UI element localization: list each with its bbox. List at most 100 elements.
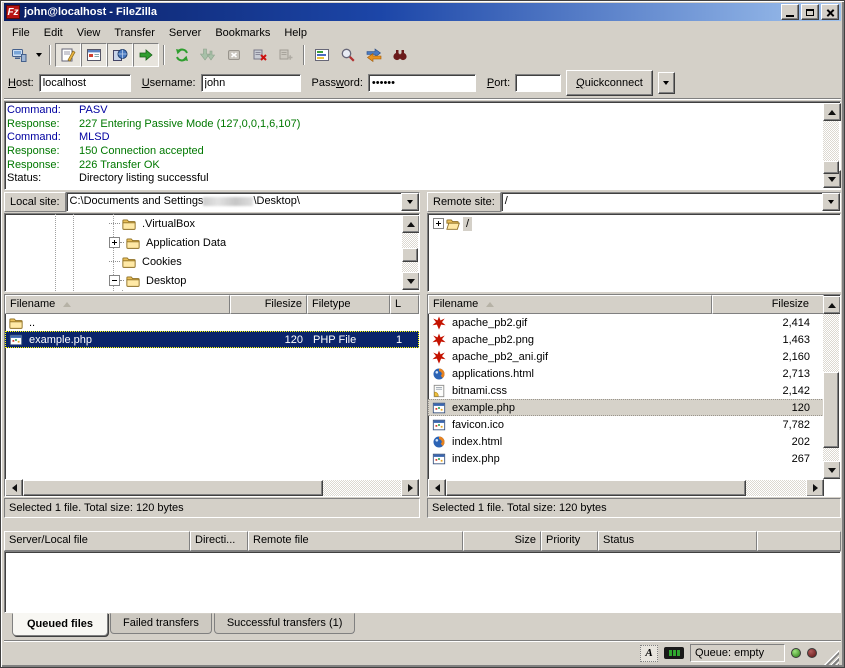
remote-site-label: Remote site:	[427, 192, 501, 212]
file-row[interactable]: favicon.ico 7,782	[428, 416, 824, 433]
scroll-thumb[interactable]	[402, 248, 418, 262]
column-header-priority[interactable]: Priority	[541, 531, 598, 551]
chevron-down-icon[interactable]	[822, 193, 840, 211]
menu-transfer[interactable]: Transfer	[107, 25, 162, 41]
menu-bookmarks[interactable]: Bookmarks	[208, 25, 277, 41]
file-row[interactable]: apache_pb2.png 1,463	[428, 331, 824, 348]
tree-item-cookies[interactable]: Cookies	[5, 252, 419, 271]
tree-item-root[interactable]: /	[428, 214, 840, 233]
file-row[interactable]: apache_pb2.gif 2,414	[428, 314, 824, 331]
tab-failed-transfers[interactable]: Failed transfers	[110, 613, 212, 634]
column-header-filename[interactable]: Filename	[5, 295, 230, 314]
remote-vertical-scrollbar[interactable]	[823, 296, 839, 479]
remote-horizontal-scrollbar[interactable]	[428, 479, 824, 496]
expand-plus-icon[interactable]	[433, 218, 444, 229]
site-manager-button[interactable]	[6, 43, 32, 67]
host-input[interactable]	[39, 74, 131, 92]
refresh-button[interactable]	[169, 43, 195, 67]
scroll-right-button[interactable]	[401, 479, 419, 497]
local-horizontal-scrollbar[interactable]	[5, 479, 419, 496]
scroll-track[interactable]	[446, 480, 806, 496]
file-row-example-php[interactable]: example.php 120 PHP File 1	[5, 331, 419, 348]
site-manager-dropdown[interactable]	[32, 44, 45, 66]
menu-file[interactable]: File	[5, 25, 37, 41]
tree-item-desktop[interactable]: Desktop	[5, 271, 419, 290]
scroll-left-button[interactable]	[428, 479, 446, 497]
minimize-button[interactable]	[781, 4, 799, 20]
toggle-remote-tree-button[interactable]	[107, 43, 133, 67]
toggle-local-tree-button[interactable]	[81, 43, 107, 67]
menu-edit[interactable]: Edit	[37, 25, 70, 41]
file-row[interactable]: index.php 267	[428, 450, 824, 467]
scroll-thumb[interactable]	[823, 161, 839, 174]
local-site-combobox[interactable]: C:\Documents and Settings\Desktop\	[66, 192, 420, 212]
column-header-filesize[interactable]: Filesize	[712, 295, 824, 314]
scroll-up-button[interactable]	[402, 215, 420, 233]
menu-help[interactable]: Help	[277, 25, 314, 41]
process-queue-button[interactable]	[195, 43, 221, 67]
directory-comparison-button[interactable]	[335, 43, 361, 67]
file-row[interactable]: apache_pb2_ani.gif 2,160	[428, 348, 824, 365]
file-row-selected[interactable]: example.php 120	[428, 399, 824, 416]
column-header-blank	[757, 531, 841, 551]
parent-directory-row[interactable]: ..	[5, 314, 419, 331]
tab-queued-files[interactable]: Queued files	[12, 613, 108, 636]
speed-limit-icon[interactable]	[664, 647, 684, 659]
scroll-down-button[interactable]	[402, 272, 420, 290]
data-type-indicator-icon[interactable]: A	[640, 645, 658, 662]
tree-item-application-data[interactable]: Application Data	[5, 233, 419, 252]
menu-server[interactable]: Server	[162, 25, 208, 41]
username-input[interactable]	[201, 74, 301, 92]
port-input[interactable]	[515, 74, 561, 92]
scroll-thumb[interactable]	[23, 480, 323, 496]
collapse-minus-icon[interactable]	[109, 275, 120, 286]
column-header-status[interactable]: Status	[598, 531, 757, 551]
column-header-direction[interactable]: Directi...	[190, 531, 248, 551]
tree-item-virtualbox[interactable]: .VirtualBox	[5, 214, 419, 233]
column-header-size[interactable]: Size	[463, 531, 541, 551]
password-input[interactable]	[368, 74, 476, 92]
maximize-button[interactable]	[801, 4, 819, 20]
pane-splitter[interactable]	[420, 192, 427, 523]
column-header-filesize[interactable]: Filesize	[230, 295, 307, 314]
scroll-left-button[interactable]	[5, 479, 23, 497]
tab-successful-transfers[interactable]: Successful transfers (1)	[214, 613, 356, 634]
scroll-right-button[interactable]	[806, 479, 824, 497]
scroll-thumb[interactable]	[446, 480, 746, 496]
remote-site-combobox[interactable]: /	[501, 192, 841, 212]
scroll-up-button[interactable]	[823, 103, 841, 121]
resize-grip[interactable]	[823, 649, 839, 665]
column-header-filename[interactable]: Filename	[428, 295, 712, 314]
toggle-message-log-button[interactable]	[55, 43, 81, 67]
scroll-track[interactable]	[23, 480, 401, 496]
cancel-operation-button[interactable]	[221, 43, 247, 67]
find-files-button[interactable]	[387, 43, 413, 67]
directory-filters-button[interactable]	[309, 43, 335, 67]
scroll-track[interactable]	[823, 314, 839, 461]
close-button[interactable]	[821, 4, 839, 20]
scroll-up-button[interactable]	[823, 296, 841, 314]
file-row[interactable]: applications.html 2,713	[428, 365, 824, 382]
column-header-lastmodified[interactable]: L	[390, 295, 419, 314]
toggle-queue-button[interactable]	[133, 43, 159, 67]
column-header-remote-file[interactable]: Remote file	[248, 531, 463, 551]
queue-list[interactable]	[4, 551, 841, 613]
synchronized-browsing-button[interactable]	[361, 43, 387, 67]
local-tree-scrollbar[interactable]	[402, 215, 418, 290]
menu-view[interactable]: View	[70, 25, 108, 41]
scroll-thumb[interactable]	[823, 372, 839, 448]
column-header-filetype[interactable]: Filetype	[307, 295, 390, 314]
expand-plus-icon[interactable]	[109, 237, 120, 248]
scroll-track[interactable]	[823, 121, 839, 170]
scroll-track[interactable]	[402, 233, 418, 272]
file-row[interactable]: index.html 202	[428, 433, 824, 450]
quickconnect-dropdown[interactable]	[658, 72, 675, 94]
reconnect-button[interactable]	[273, 43, 299, 67]
scroll-down-button[interactable]	[823, 461, 841, 479]
quickconnect-button[interactable]: Quickconnect	[566, 70, 653, 96]
disconnect-button[interactable]	[247, 43, 273, 67]
column-header-server-local-file[interactable]: Server/Local file	[4, 531, 190, 551]
file-row[interactable]: bitnami.css 2,142	[428, 382, 824, 399]
chevron-down-icon[interactable]	[401, 193, 419, 211]
log-vertical-scrollbar[interactable]	[823, 103, 839, 188]
